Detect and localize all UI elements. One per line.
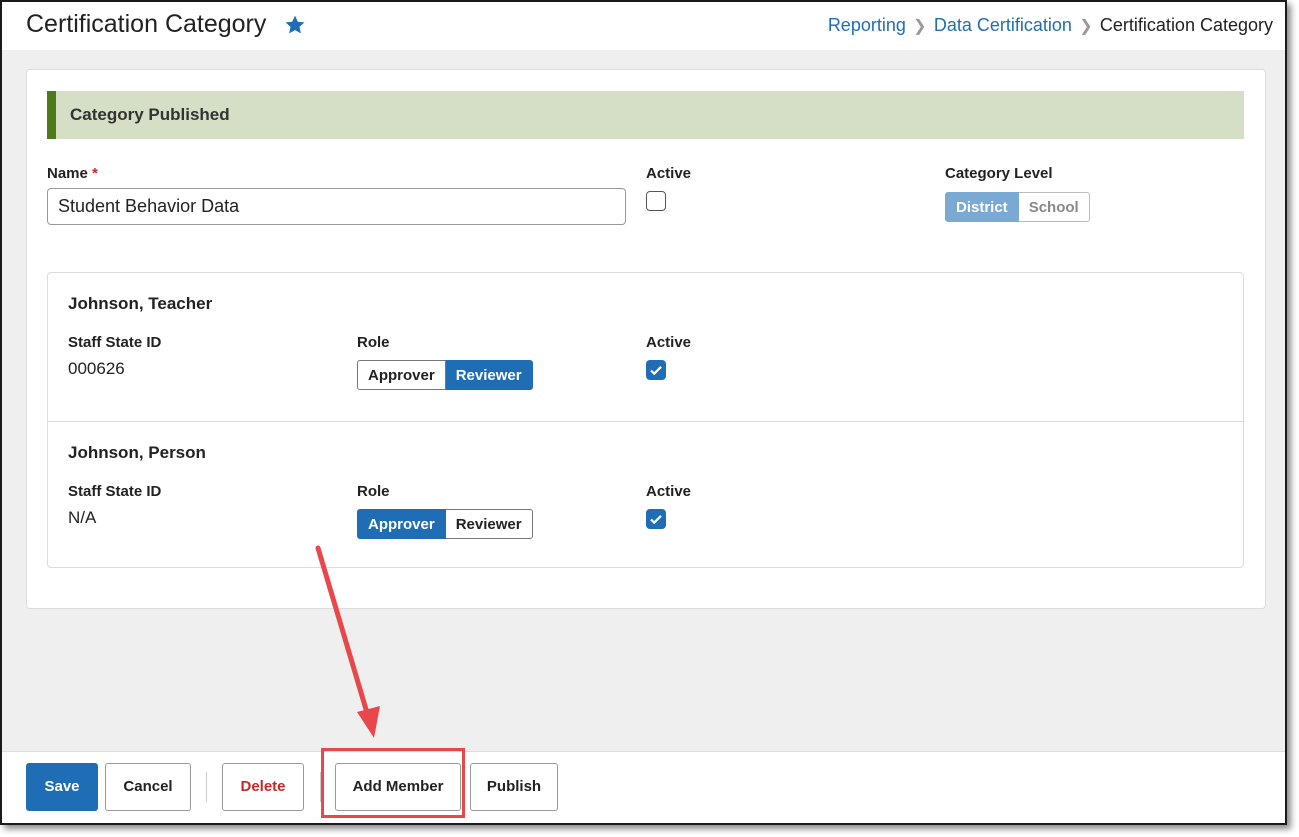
role-approver[interactable]: Approver bbox=[357, 360, 446, 390]
staff-id-value: N/A bbox=[68, 508, 97, 527]
check-icon bbox=[650, 366, 662, 376]
breadcrumb-data-certification[interactable]: Data Certification bbox=[934, 15, 1072, 36]
name-field[interactable] bbox=[47, 188, 626, 225]
member-row: Johnson, Person Staff State ID N/A Role … bbox=[48, 421, 1243, 570]
annotation-highlight-box bbox=[321, 748, 465, 818]
breadcrumb-current: Certification Category bbox=[1099, 15, 1273, 35]
check-icon bbox=[650, 515, 662, 525]
page-header: Certification Category Reporting ❯ Data … bbox=[2, 2, 1285, 50]
role-toggle: Approver Reviewer bbox=[357, 360, 533, 390]
role-label: Role bbox=[357, 334, 390, 351]
chevron-right-icon: ❯ bbox=[1079, 17, 1093, 35]
status-banner: Category Published bbox=[47, 91, 1244, 139]
member-active-checkbox[interactable] bbox=[646, 509, 666, 529]
staff-id-label: Staff State ID bbox=[68, 483, 162, 500]
action-bar: Save Cancel Delete Add Member Publish bbox=[2, 751, 1285, 823]
save-button[interactable]: Save bbox=[26, 763, 98, 811]
staff-id-value: 000626 bbox=[68, 359, 125, 378]
delete-button[interactable]: Delete bbox=[222, 763, 304, 811]
member-active-checkbox[interactable] bbox=[646, 360, 666, 380]
member-name: Johnson, Person bbox=[68, 443, 206, 462]
member-active-label: Active bbox=[646, 334, 692, 351]
status-banner-text: Category Published bbox=[70, 105, 230, 124]
breadcrumb: Reporting ❯ Data Certification ❯ Certifi… bbox=[828, 15, 1273, 36]
role-label: Role bbox=[357, 483, 390, 500]
breadcrumb-reporting[interactable]: Reporting bbox=[828, 15, 906, 36]
category-level-district[interactable]: District bbox=[945, 192, 1019, 222]
star-icon[interactable] bbox=[284, 14, 306, 36]
required-marker: * bbox=[92, 165, 98, 182]
category-level-label: Category Level bbox=[945, 165, 1053, 182]
active-label: Active bbox=[646, 165, 692, 182]
divider bbox=[206, 772, 207, 802]
role-reviewer[interactable]: Reviewer bbox=[445, 509, 533, 539]
chevron-right-icon: ❯ bbox=[913, 17, 927, 35]
annotation-arrow bbox=[315, 545, 380, 738]
app-window: Certification Category Reporting ❯ Data … bbox=[0, 0, 1287, 825]
cancel-button[interactable]: Cancel bbox=[105, 763, 191, 811]
member-row: Johnson, Teacher Staff State ID 000626 R… bbox=[48, 273, 1243, 421]
page-title: Certification Category bbox=[26, 10, 267, 38]
category-card: Category Published Name * Active Categor… bbox=[26, 69, 1266, 609]
member-name: Johnson, Teacher bbox=[68, 294, 213, 313]
role-reviewer[interactable]: Reviewer bbox=[445, 360, 533, 390]
role-approver[interactable]: Approver bbox=[357, 509, 446, 539]
category-level-toggle: District School bbox=[945, 192, 1090, 222]
staff-id-label: Staff State ID bbox=[68, 334, 162, 351]
category-level-school[interactable]: School bbox=[1018, 192, 1090, 222]
publish-button[interactable]: Publish bbox=[470, 763, 558, 811]
role-toggle: Approver Reviewer bbox=[357, 509, 533, 539]
name-label: Name * bbox=[47, 165, 98, 182]
member-active-label: Active bbox=[646, 483, 692, 500]
member-list: Johnson, Teacher Staff State ID 000626 R… bbox=[47, 272, 1244, 568]
active-checkbox[interactable] bbox=[646, 191, 666, 211]
